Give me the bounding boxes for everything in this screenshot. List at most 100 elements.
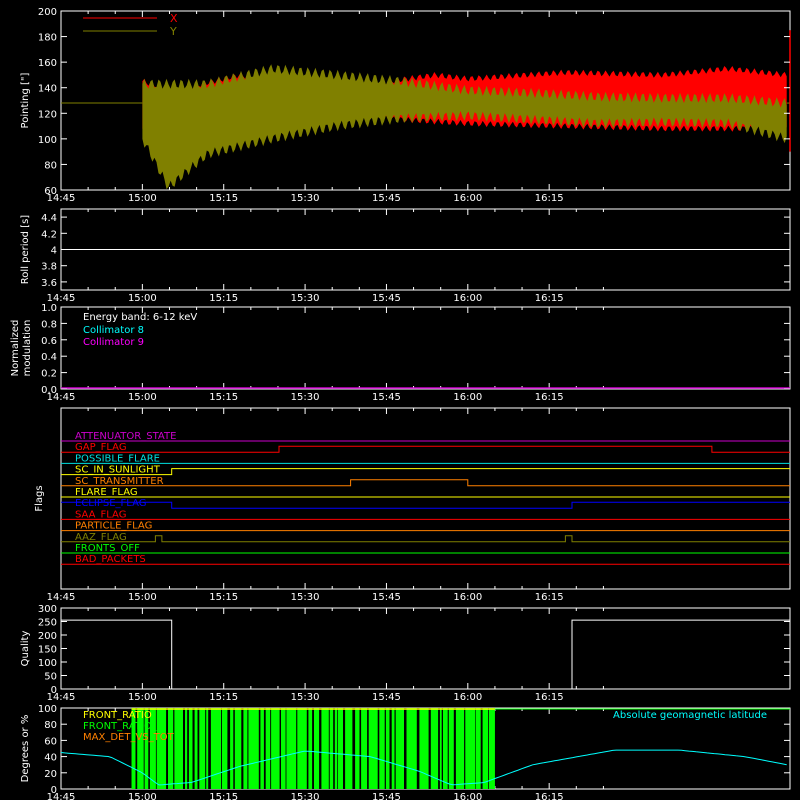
- x-tick-label: 15:30: [291, 392, 320, 403]
- front-ratio-gap: [394, 708, 396, 789]
- front-ratio-gap: [166, 708, 168, 789]
- y-tick-label: 0.0: [41, 385, 57, 396]
- front-ratio-gap: [306, 708, 309, 789]
- flag-label: AAZ_FLAG: [75, 532, 127, 543]
- front-ratio-gap: [453, 708, 456, 789]
- front-ratio-gap: [187, 708, 189, 789]
- front-ratio-gap: [192, 708, 195, 789]
- legend-label-latitude: Absolute geomagnetic latitude: [613, 710, 767, 721]
- y-tick-label: 200: [38, 7, 57, 18]
- front-ratio-gap: [241, 708, 244, 789]
- y-tick-label: 4: [51, 246, 57, 257]
- x-tick-label: 16:15: [535, 592, 564, 603]
- front-ratio-gap: [221, 708, 222, 789]
- y-tick-label: 60: [44, 736, 57, 747]
- flag-label: SC_IN_SUNLIGHT: [75, 465, 161, 476]
- x-tick-label: 15:45: [372, 592, 401, 603]
- front-ratio-gap: [377, 708, 380, 789]
- x-tick-label: 16:00: [453, 692, 482, 703]
- legend-label-y: Y: [169, 25, 177, 38]
- front-ratio-gap: [359, 708, 362, 789]
- front-ratio-gap: [475, 708, 476, 789]
- front-ratio-gap: [438, 708, 440, 789]
- y-tick-label: 3.6: [41, 278, 57, 289]
- y-tick-label: 300: [38, 604, 57, 615]
- legend-label-x: X: [170, 12, 178, 25]
- y-tick-label: 50: [44, 672, 57, 683]
- energy-band-annotation: Energy band: 6-12 keV: [83, 312, 197, 323]
- x-tick-label: 15:30: [291, 792, 320, 800]
- front-ratio-gap: [352, 708, 356, 789]
- x-tick-label: 16:15: [535, 792, 564, 800]
- x-tick-label: 15:15: [209, 392, 238, 403]
- y-tick-label: 120: [38, 109, 57, 120]
- x-tick-label: 16:00: [453, 293, 482, 304]
- x-tick-label: 16:00: [453, 193, 482, 204]
- y-tick-label: 3.8: [41, 262, 57, 273]
- y-tick-label: 40: [44, 753, 57, 764]
- front-ratio-gap: [258, 708, 261, 789]
- y-tick-label: 80: [44, 160, 57, 171]
- x-tick-label: 15:00: [128, 293, 157, 304]
- front-ratio-gap: [285, 708, 287, 789]
- front-ratio-gap: [343, 708, 346, 789]
- y-tick-label: 80: [44, 720, 57, 731]
- y-tick-label: 0: [51, 685, 57, 696]
- flag-label: BAD_PACKETS: [75, 554, 146, 565]
- y-tick-label: 150: [38, 645, 57, 656]
- flag-label: SC_TRANSMITTER: [75, 476, 164, 487]
- front-ratio-gap: [428, 708, 431, 789]
- front-ratio-gap: [367, 708, 369, 789]
- y-axis-label: Flags: [34, 485, 45, 511]
- front-ratio-gap: [416, 708, 420, 789]
- y-tick-label: 100: [38, 135, 57, 146]
- y-axis-label: Degrees or %: [20, 715, 31, 783]
- flag-label: FRONTS_OFF: [75, 543, 140, 554]
- y-tick-label: 180: [38, 33, 57, 44]
- legend-label-collimator: Collimator 9: [83, 337, 144, 348]
- x-tick-label: 15:30: [291, 193, 320, 204]
- front-ratio-gap: [263, 708, 266, 789]
- x-tick-label: 16:15: [535, 293, 564, 304]
- x-tick-label: 15:00: [128, 592, 157, 603]
- y-tick-label: 250: [38, 618, 57, 629]
- front-ratio-gap: [464, 708, 466, 789]
- front-ratio-gap: [279, 708, 281, 789]
- front-ratio-gap: [447, 708, 449, 789]
- x-tick-label: 15:00: [128, 392, 157, 403]
- x-tick-label: 15:15: [209, 692, 238, 703]
- x-tick-label: 15:00: [128, 792, 157, 800]
- x-tick-label: 16:00: [453, 392, 482, 403]
- x-tick-label: 15:45: [372, 293, 401, 304]
- y-axis-label: Roll period [s]: [20, 215, 31, 284]
- y-tick-label: 0.4: [41, 352, 57, 363]
- legend-label-collimator: Collimator 8: [83, 325, 144, 336]
- x-tick-label: 15:45: [372, 392, 401, 403]
- y-tick-label: 0.8: [41, 319, 57, 330]
- y-axis-label: Normalized: [10, 320, 21, 377]
- legend-label-ratio: MAX_DET_VS_TOT: [83, 732, 175, 743]
- y-tick-label: 4.4: [41, 213, 57, 224]
- flag-label: GAP_FLAG: [75, 442, 127, 453]
- y-tick-label: 0.6: [41, 336, 57, 347]
- x-tick-label: 15:30: [291, 692, 320, 703]
- y-axis-label: modulation: [22, 320, 33, 377]
- x-tick-label: 16:15: [535, 193, 564, 204]
- front-ratio-gap: [384, 708, 386, 789]
- x-tick-label: 16:15: [535, 392, 564, 403]
- y-tick-label: 100: [38, 658, 57, 669]
- x-tick-label: 16:15: [535, 692, 564, 703]
- front-ratio-gap: [173, 708, 175, 789]
- x-tick-label: 15:45: [372, 792, 401, 800]
- y-tick-label: 0: [51, 785, 57, 796]
- legend-label-ratio: FRONT_RATIO: [83, 710, 152, 721]
- front-ratio-gap: [319, 708, 322, 789]
- y-tick-label: 160: [38, 58, 57, 69]
- front-ratio-gap: [480, 708, 483, 789]
- flag-label: ATTENUATOR_STATE: [75, 431, 176, 442]
- front-ratio-gap: [337, 708, 338, 789]
- y-tick-label: 4.2: [41, 229, 57, 240]
- x-tick-label: 15:15: [209, 293, 238, 304]
- x-tick-label: 15:15: [209, 193, 238, 204]
- front-ratio-gap: [488, 708, 489, 789]
